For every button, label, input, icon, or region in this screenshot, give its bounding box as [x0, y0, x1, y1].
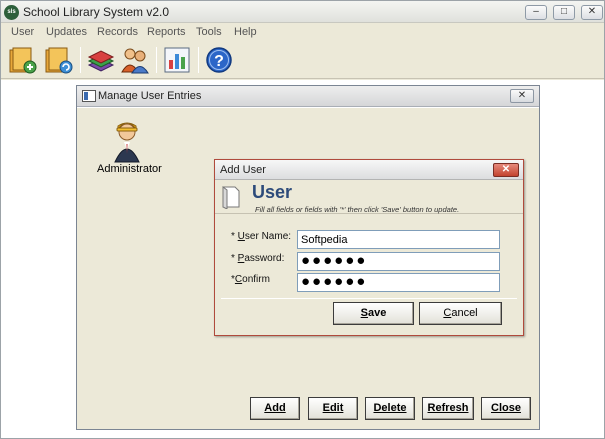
username-input[interactable]	[297, 230, 500, 249]
confirm-input[interactable]: ●●●●●●	[297, 273, 500, 292]
help-glyph: ?	[214, 53, 224, 70]
document-icon	[222, 186, 240, 209]
password-label-prefix: *	[231, 253, 238, 264]
toolbar-separator	[198, 47, 199, 73]
administrator-label: Administrator	[97, 163, 162, 175]
menu-bar: User Updates Records Reports Tools Help	[1, 23, 604, 42]
app-title: School Library System v2.0	[23, 5, 170, 19]
update-book-icon[interactable]	[43, 45, 75, 75]
restore-button[interactable]: □	[553, 5, 575, 20]
close-button[interactable]: Close	[481, 397, 531, 420]
users-group-icon[interactable]	[119, 45, 151, 75]
username-label-mnemonic: U	[237, 231, 245, 242]
add-user-dialog-title: Add User	[220, 164, 266, 176]
title-bar: sls School Library System v2.0 – □ ✕	[1, 1, 604, 23]
app-window: sls School Library System v2.0 – □ ✕ Use…	[0, 0, 605, 439]
cancel-button[interactable]: Cancel	[419, 302, 502, 325]
save-button-label: ave	[367, 307, 387, 319]
menu-user[interactable]: User	[11, 26, 34, 38]
menu-reports[interactable]: Reports	[147, 26, 186, 38]
dialog-header-subtitle: Fill all fields or fields with '*' then …	[255, 205, 460, 214]
confirm-label: *Confirm	[231, 274, 270, 285]
menu-records[interactable]: Records	[97, 26, 138, 38]
manage-window-close-button[interactable]: ✕	[510, 89, 534, 103]
window-close-button[interactable]: ✕	[581, 5, 603, 20]
add-user-dialog: Add User ✕ User Fill all fields or field…	[214, 159, 524, 336]
menu-tools[interactable]: Tools	[196, 26, 222, 38]
password-label-text: assword:	[244, 253, 285, 264]
delete-button[interactable]: Delete	[365, 397, 415, 420]
manage-window-titlebar: Manage User Entries ✕	[77, 86, 539, 107]
toolbar-separator	[156, 47, 157, 73]
dialog-divider	[221, 298, 517, 299]
toolbar: ?	[1, 42, 604, 79]
help-icon[interactable]: ?	[203, 45, 235, 75]
app-logo-icon: sls	[4, 5, 19, 20]
password-label: * Password:	[231, 253, 284, 264]
add-book-icon[interactable]	[7, 45, 39, 75]
menu-updates[interactable]: Updates	[46, 26, 87, 38]
username-label-prefix: *	[231, 231, 238, 242]
password-input[interactable]: ●●●●●●	[297, 252, 500, 271]
manage-window-title: Manage User Entries	[98, 90, 202, 102]
administrator-user-icon[interactable]	[107, 116, 147, 164]
toolbar-separator	[80, 47, 81, 73]
menu-help[interactable]: Help	[234, 26, 257, 38]
edit-button[interactable]: Edit	[308, 397, 358, 420]
username-label-text: ser Name:	[244, 231, 292, 242]
manage-window-button-bar: Add Edit Delete Refresh Close	[77, 397, 539, 429]
username-label: * User Name:	[231, 231, 291, 242]
minimize-button[interactable]: –	[525, 5, 547, 20]
save-button-mnemonic: S	[360, 307, 368, 319]
cancel-button-label: ancel	[451, 307, 478, 319]
refresh-button[interactable]: Refresh	[422, 397, 474, 420]
records-books-icon[interactable]	[85, 45, 117, 75]
dialog-header-title: User	[252, 182, 293, 202]
confirm-label-text: onfirm	[242, 274, 270, 285]
save-button[interactable]: Save	[333, 302, 414, 325]
add-user-header: User Fill all fields or fields with '*' …	[215, 180, 523, 214]
window-icon	[82, 90, 96, 102]
reports-chart-icon[interactable]	[161, 45, 193, 75]
add-user-close-button[interactable]: ✕	[493, 163, 519, 177]
add-button[interactable]: Add	[250, 397, 300, 420]
add-user-titlebar: Add User ✕	[215, 160, 523, 180]
